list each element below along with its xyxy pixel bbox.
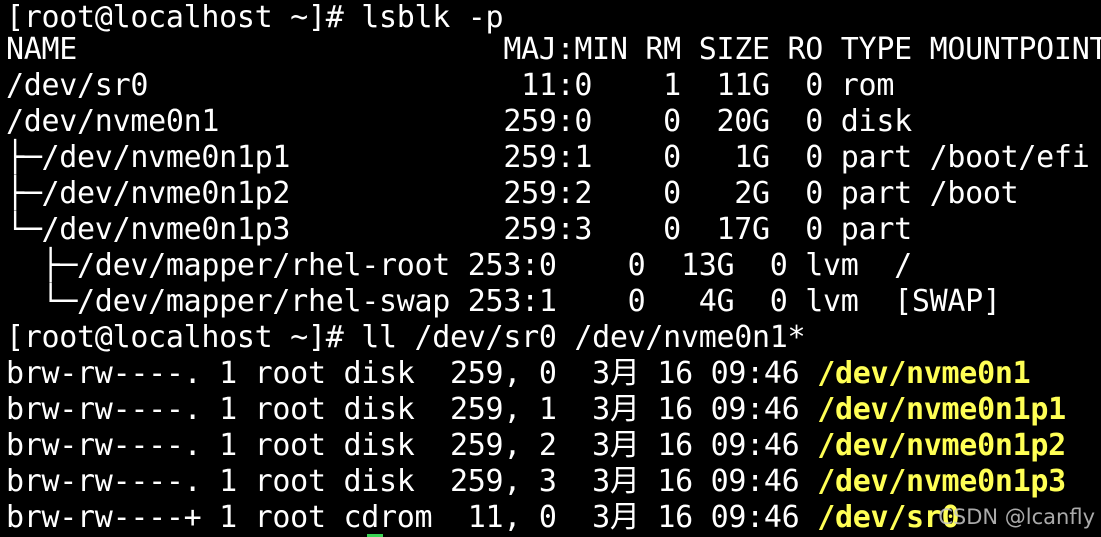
- terminal-line-ll-row: brw-rw----. 1 root disk 259, 3 3月 16 09:…: [6, 464, 1066, 500]
- terminal-line-lsblk-row: ├─/dev/nvme0n1p1 259:1 0 1G 0 part /boot…: [6, 140, 1090, 175]
- ll-row-device-name: /dev/nvme0n1: [817, 356, 1031, 391]
- terminal-line-prompt-ll: [root@localhost ~]# ll /dev/sr0 /dev/nvm…: [6, 320, 806, 355]
- terminal-line-lsblk-row: └─/dev/mapper/rhel-swap 253:1 0 4G 0 lvm…: [6, 284, 1001, 319]
- ll-row-attributes: brw-rw----. 1 root disk 259, 2 3月 16 09:…: [6, 428, 818, 463]
- terminal-line-lsblk-row: /dev/sr0 11:0 1 11G 0 rom: [6, 68, 895, 103]
- terminal-window[interactable]: [root@localhost ~]# lsblk -p NAME MAJ:MI…: [0, 0, 1101, 537]
- terminal-line-lsblk-row: ├─/dev/mapper/rhel-root 253:0 0 13G 0 lv…: [6, 248, 913, 283]
- terminal-line-lsblk-row: └─/dev/nvme0n1p3 259:3 0 17G 0 part: [6, 212, 912, 247]
- ll-row-attributes: brw-rw----. 1 root disk 259, 0 3月 16 09:…: [6, 356, 818, 391]
- ll-row-device-name: /dev/nvme0n1p3: [817, 464, 1066, 499]
- terminal-line-lsblk-row: /dev/nvme0n1 259:0 0 20G 0 disk: [6, 104, 912, 139]
- terminal-line-lsblk-row: ├─/dev/nvme0n1p2 259:2 0 2G 0 part /boot: [6, 176, 1019, 211]
- terminal-line-ll-row: brw-rw----+ 1 root cdrom 11, 0 3月 16 09:…: [6, 500, 960, 536]
- terminal-line-ll-row: brw-rw----. 1 root disk 259, 2 3月 16 09:…: [6, 428, 1066, 464]
- terminal-line-prompt-lsblk: [root@localhost ~]# lsblk -p: [6, 0, 504, 35]
- ll-row-attributes: brw-rw----. 1 root disk 259, 3 3月 16 09:…: [6, 464, 818, 499]
- ll-row-attributes: brw-rw----+ 1 root cdrom 11, 0 3月 16 09:…: [6, 500, 818, 535]
- watermark-text: CSDN @lcanfly: [938, 505, 1095, 529]
- ll-row-device-name: /dev/nvme0n1p2: [817, 428, 1066, 463]
- terminal-line-lsblk-header: NAME MAJ:MIN RM SIZE RO TYPE MOUNTPOINTS: [6, 32, 1101, 67]
- terminal-line-ll-row: brw-rw----. 1 root disk 259, 1 3月 16 09:…: [6, 392, 1066, 428]
- terminal-line-ll-row: brw-rw----. 1 root disk 259, 0 3月 16 09:…: [6, 356, 1031, 392]
- ll-row-attributes: brw-rw----. 1 root disk 259, 1 3月 16 09:…: [6, 392, 818, 427]
- ll-row-device-name: /dev/nvme0n1p1: [817, 392, 1066, 427]
